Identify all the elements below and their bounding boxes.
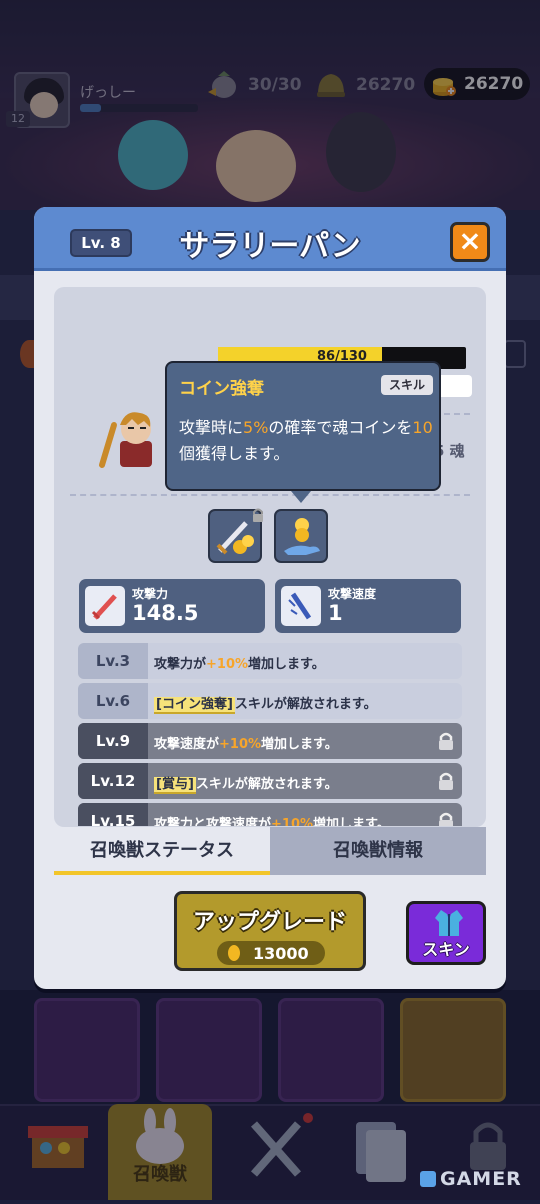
jacket-icon xyxy=(435,910,463,936)
upgrade-cost-value: 13000 xyxy=(253,944,309,963)
tooltip-description: 攻撃時に5%の確率で魂コインを10個獲得します。 xyxy=(179,418,433,463)
level-bonus-level: Lv.9 xyxy=(78,723,148,759)
tab-summon-info[interactable]: 召喚獣情報 xyxy=(270,827,486,875)
level-bonus-level: Lv.6 xyxy=(78,683,148,719)
summon-detail-modal: Lv. 8 サラリーパン × 86/130 5 魂 コイン強奪 スキル 攻撃時に… xyxy=(34,207,506,989)
sword-icon xyxy=(85,586,125,626)
level-bonus-list[interactable]: Lv.3 攻撃力が+10%増加します。 Lv.6 [コイン強奪] スキルが解放され… xyxy=(78,643,462,826)
skill-slot-locked[interactable] xyxy=(208,508,263,563)
level-bonus-desc: [コイン強奪] スキルが解放されます。 xyxy=(154,697,377,714)
close-icon: × xyxy=(458,224,482,257)
skin-label: スキン xyxy=(422,940,470,959)
gamer-logo-icon xyxy=(420,1171,436,1187)
gamer-watermark-text: GAMER xyxy=(440,1168,522,1190)
lock-icon xyxy=(439,732,453,750)
level-bonus-level: Lv.15 xyxy=(78,803,148,826)
level-bonus-desc: 攻撃力と攻撃速度が+10%増加します。 xyxy=(154,817,390,826)
level-bonus-desc: 攻撃力が+10%増加します。 xyxy=(154,657,325,672)
modal-header: Lv. 8 サラリーパン × xyxy=(34,207,506,271)
stat-speed: 攻撃速度 1 xyxy=(275,579,461,633)
level-bonus-row: Lv.9 攻撃速度が+10%増加します。 xyxy=(78,723,462,759)
speed-blade-icon xyxy=(281,586,321,626)
tooltip-title: コイン強奪 xyxy=(179,379,264,399)
level-bonus-row: Lv.6 [コイン強奪] スキルが解放されます。 xyxy=(78,683,462,719)
stat-attack: 攻撃力 148.5 xyxy=(79,579,265,633)
coin-hand-icon xyxy=(284,518,320,555)
level-bonus-row: Lv.12 [賞与] スキルが解放されます。 xyxy=(78,763,462,799)
stat-speed-value: 1 xyxy=(328,601,343,625)
level-bonus-level: Lv.12 xyxy=(78,763,148,799)
level-bonus-row: Lv.15 攻撃力と攻撃速度が+10%増加します。 xyxy=(78,803,462,826)
level-bonus-row: Lv.3 攻撃力が+10%増加します。 xyxy=(78,643,462,679)
upgrade-cost: 13000 xyxy=(217,941,325,965)
lock-icon xyxy=(439,812,453,826)
level-bonus-desc: [賞与] スキルが解放されます。 xyxy=(154,777,338,794)
coin-icon xyxy=(228,945,240,961)
upgrade-label: アップグレード xyxy=(192,910,347,935)
level-bonus-desc: 攻撃速度が+10%増加します。 xyxy=(154,737,338,752)
divider xyxy=(70,494,470,496)
stat-attack-value: 148.5 xyxy=(132,601,199,625)
upgrade-button[interactable]: アップグレード 13000 xyxy=(174,891,366,971)
skill-slot-coin-steal[interactable] xyxy=(274,509,328,563)
lock-icon xyxy=(439,772,453,790)
stat-speed-label: 攻撃速度 xyxy=(328,587,377,601)
tab-summon-status[interactable]: 召喚獣ステータス xyxy=(54,827,270,875)
summon-character-image xyxy=(99,412,152,468)
gamer-watermark: GAMER xyxy=(420,1168,522,1190)
skill-tooltip: コイン強奪 スキル 攻撃時に5%の確率で魂コインを10個獲得します。 xyxy=(165,361,441,503)
skin-button[interactable]: スキン xyxy=(406,901,486,965)
summon-name-title: サラリーパン xyxy=(179,229,361,264)
close-button[interactable]: × xyxy=(450,222,490,262)
level-bonus-level: Lv.3 xyxy=(78,643,148,679)
tooltip-tag: スキル xyxy=(381,375,433,395)
lock-icon xyxy=(253,508,263,522)
stat-attack-label: 攻撃力 xyxy=(132,587,169,601)
